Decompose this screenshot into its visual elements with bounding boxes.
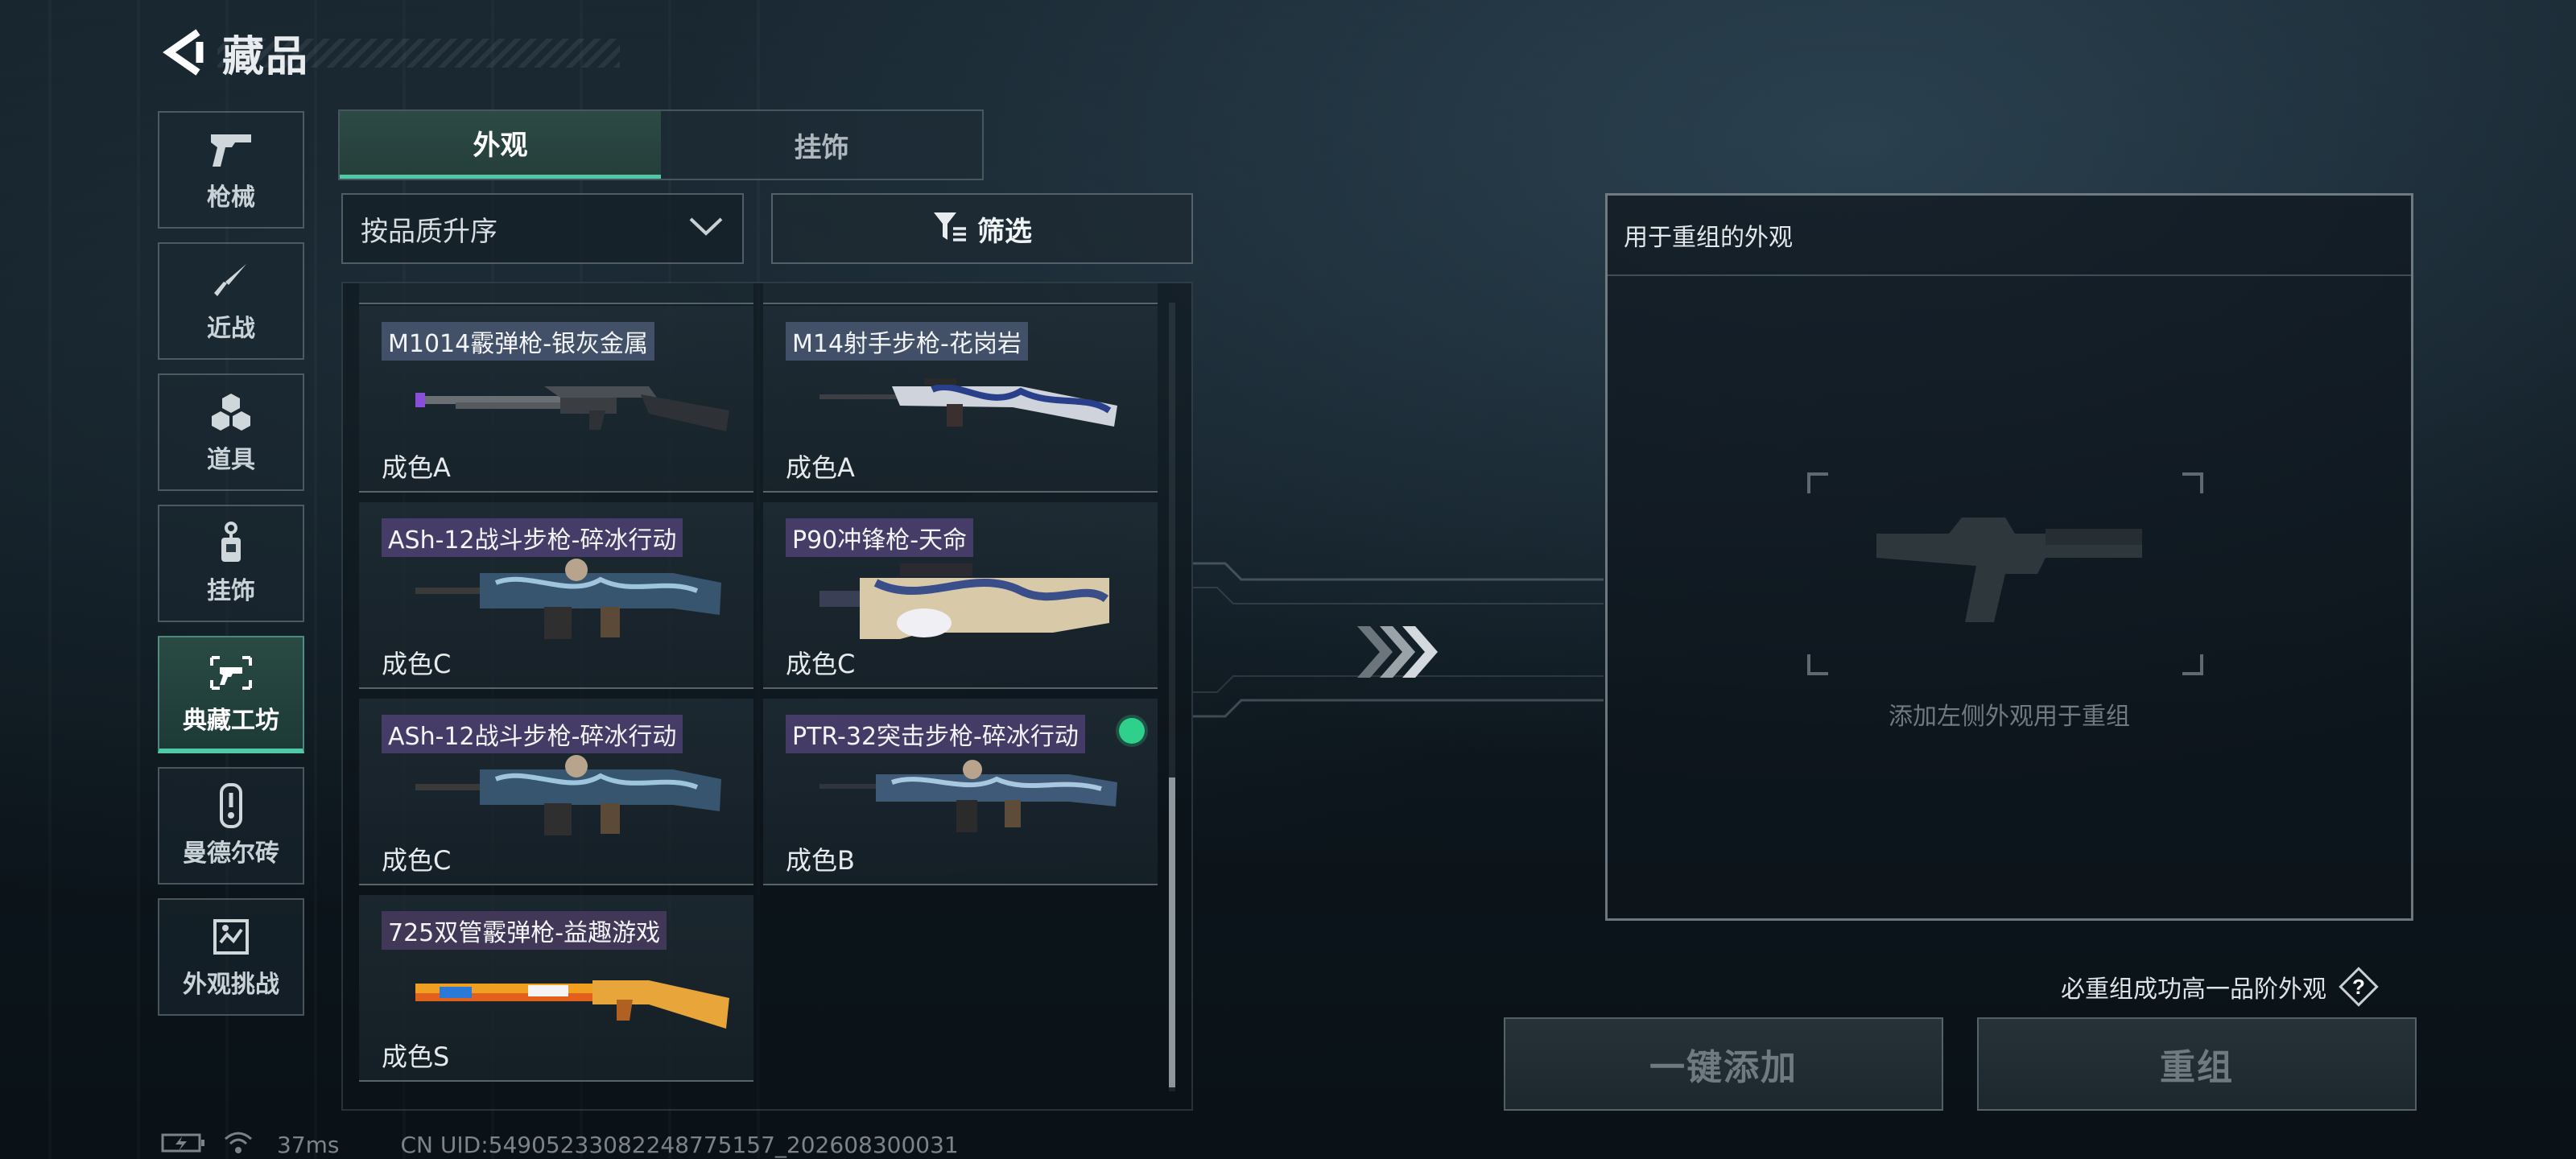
charm-icon bbox=[207, 521, 255, 566]
skin-grade: 成色A bbox=[786, 452, 855, 483]
skin-name: ASh-12战斗步枪-碎冰行动 bbox=[382, 715, 683, 753]
sidebar-item-workshop[interactable]: 典藏工坊 bbox=[158, 636, 304, 753]
recombine-hint: 添加左侧外观用于重组 bbox=[1889, 703, 2130, 731]
sidebar-item-label: 枪械 bbox=[207, 184, 255, 212]
skin-grade: 成色C bbox=[382, 845, 452, 876]
skin-card[interactable]: M14射手步枪-花岗岩 成色A bbox=[763, 306, 1158, 493]
tab-skins[interactable]: 外观 bbox=[340, 111, 661, 179]
sidebar-item-skin-challenge[interactable]: 外观挑战 bbox=[158, 898, 304, 1016]
recombine-title: 用于重组的外观 bbox=[1624, 224, 1793, 252]
skin-card[interactable]: ASh-12战斗步枪-碎冰行动 成色C bbox=[359, 699, 753, 885]
recombine-header: 用于重组的外观 bbox=[1608, 196, 2411, 276]
skin-name: PTR-32突击步枪-碎冰行动 bbox=[786, 715, 1085, 753]
skin-grade: 成色C bbox=[382, 649, 452, 679]
skin-card-selected[interactable]: PTR-32突击步枪-碎冰行动 成色B bbox=[763, 699, 1158, 885]
skin-name: ASh-12战斗步枪-碎冰行动 bbox=[382, 518, 683, 557]
sidebar-item-label: 道具 bbox=[207, 446, 255, 474]
battle-rifle-image bbox=[415, 755, 721, 835]
page-header: 藏品 bbox=[161, 24, 310, 81]
shotgun-image bbox=[415, 386, 729, 431]
skin-name: M14射手步枪-花岗岩 bbox=[786, 322, 1028, 361]
skin-name: P90冲锋枪-天命 bbox=[786, 518, 974, 557]
guarantee-note: 必重组成功高一品阶外观 ? bbox=[2061, 966, 2380, 1008]
sidebar: 枪械 近战 道具 挂饰 典藏工坊 曼德尔砖 外观挑战 bbox=[158, 111, 306, 1029]
sidebar-item-melee[interactable]: 近战 bbox=[158, 242, 304, 360]
skin-card[interactable]: 725双管霰弹枪-益趣游戏 成色S bbox=[359, 895, 753, 1082]
sidebar-item-label: 近战 bbox=[207, 315, 255, 343]
guarantee-text: 必重组成功高一品阶外观 bbox=[2061, 975, 2326, 1004]
knife-icon bbox=[207, 258, 255, 303]
uid-text: CN UID:54905233082248775157_202608300031 bbox=[400, 1131, 959, 1158]
skin-grade: 成色A bbox=[382, 452, 451, 483]
selected-check-icon bbox=[1119, 718, 1145, 744]
pistol-icon bbox=[207, 127, 255, 172]
battery-icon bbox=[161, 1133, 206, 1156]
sidebar-item-charms[interactable]: 挂饰 bbox=[158, 505, 304, 622]
sidebar-item-items[interactable]: 道具 bbox=[158, 373, 304, 491]
boxes-icon bbox=[207, 390, 255, 435]
tab-bar: 外观 挂饰 bbox=[338, 109, 984, 180]
skin-card[interactable]: P90冲锋枪-天命 成色C bbox=[763, 502, 1158, 689]
grid-scrollbar[interactable] bbox=[1169, 303, 1175, 1091]
recombine-button[interactable]: 重组 bbox=[1977, 1017, 2417, 1111]
skin-card[interactable]: M1014霰弹枪-银灰金属 成色A bbox=[359, 306, 753, 493]
scroll-thumb[interactable] bbox=[1169, 777, 1175, 1087]
assault-rifle-image bbox=[819, 760, 1117, 832]
skin-grade: 成色S bbox=[382, 1041, 450, 1072]
skin-grid: M1014霰弹枪-银灰金属 成色A M14射手步枪-花岗岩 成色A ASh-12… bbox=[341, 282, 1193, 1111]
skin-grade: 成色B bbox=[786, 845, 855, 876]
sidebar-item-label: 挂饰 bbox=[207, 577, 255, 605]
filter-button[interactable]: 筛选 bbox=[771, 193, 1193, 264]
sidebar-item-label: 典藏工坊 bbox=[183, 707, 279, 735]
skin-name: M1014霰弹枪-银灰金属 bbox=[382, 322, 655, 361]
challenge-icon bbox=[207, 914, 255, 959]
sidebar-item-label: 曼德尔砖 bbox=[183, 839, 279, 868]
workshop-icon bbox=[207, 650, 255, 695]
list-item-partial[interactable] bbox=[359, 283, 753, 304]
sort-dropdown[interactable]: 按品质升序 bbox=[341, 193, 744, 264]
skin-name: 725双管霰弹枪-益趣游戏 bbox=[382, 911, 667, 950]
sort-label: 按品质升序 bbox=[361, 215, 497, 248]
add-all-label: 一键添加 bbox=[1649, 1047, 1798, 1088]
sidebar-item-label: 外观挑战 bbox=[183, 971, 279, 999]
tab-charms[interactable]: 挂饰 bbox=[661, 111, 982, 179]
brick-icon bbox=[207, 783, 255, 828]
filter-label: 筛选 bbox=[977, 215, 1032, 248]
smg-image bbox=[819, 563, 1109, 639]
battle-rifle-image bbox=[415, 559, 721, 639]
double-barrel-shotgun-image bbox=[415, 980, 729, 1029]
chevron-right-icon bbox=[1357, 626, 1438, 678]
sidebar-item-guns[interactable]: 枪械 bbox=[158, 111, 304, 229]
svg-text:?: ? bbox=[2352, 975, 2365, 999]
skin-card[interactable]: ASh-12战斗步枪-碎冰行动 成色C bbox=[359, 502, 753, 689]
rifle-image bbox=[819, 378, 1117, 427]
recombine-panel: 用于重组的外观 添加左侧外观用于重组 bbox=[1605, 193, 2413, 921]
sidebar-item-mandel-brick[interactable]: 曼德尔砖 bbox=[158, 767, 304, 885]
page-title: 藏品 bbox=[222, 32, 310, 81]
latency-text: 37ms bbox=[277, 1131, 340, 1158]
add-all-button[interactable]: 一键添加 bbox=[1504, 1017, 1943, 1111]
question-icon[interactable]: ? bbox=[2338, 966, 2380, 1008]
arrow-left-icon[interactable] bbox=[161, 28, 206, 76]
empty-skin-slot[interactable] bbox=[1804, 469, 2207, 678]
wifi-icon bbox=[222, 1131, 254, 1158]
list-item-partial[interactable] bbox=[763, 283, 1158, 304]
status-bar: 37ms CN UID:54905233082248775157_2026083… bbox=[161, 1130, 959, 1159]
chevron-down-icon bbox=[687, 216, 724, 241]
filter-icon bbox=[932, 211, 968, 246]
recombine-label: 重组 bbox=[2160, 1047, 2234, 1088]
skin-grade: 成色C bbox=[786, 649, 856, 679]
